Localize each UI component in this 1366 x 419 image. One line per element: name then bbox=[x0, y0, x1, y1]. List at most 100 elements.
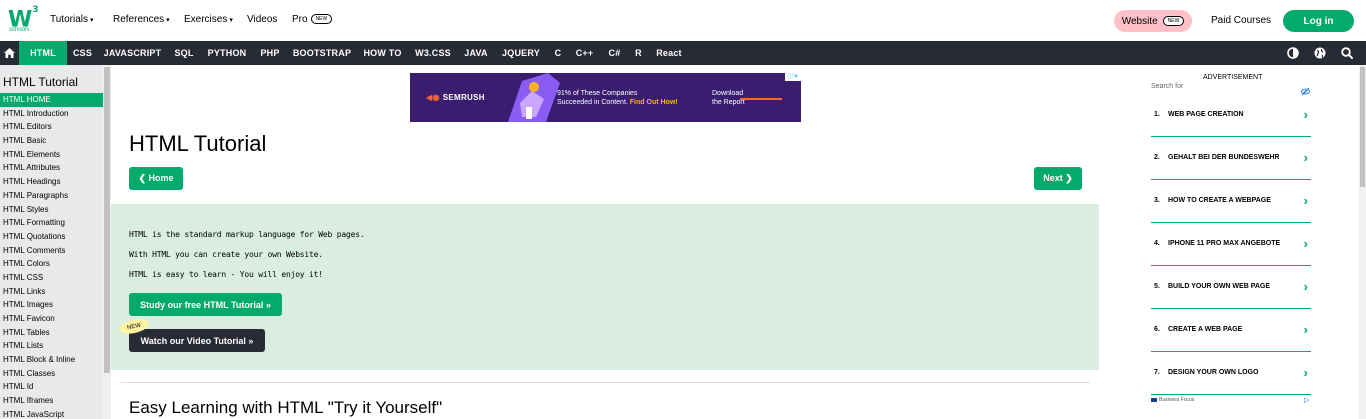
ad-search-item[interactable]: 4. IPHONE 11 PRO MAX ANGEBOTE › bbox=[1151, 223, 1311, 266]
top-ad-banner[interactable]: ◀◉ SEMRUSH 91% of These Companies Succeed… bbox=[410, 73, 801, 122]
business-focus-label: Business Focus bbox=[1159, 397, 1195, 403]
nav-pro[interactable]: Pro NEW bbox=[292, 14, 333, 25]
tab-react[interactable]: React bbox=[649, 41, 689, 65]
chevron-right-icon: › bbox=[1303, 365, 1308, 380]
sidebar-link[interactable]: HTML Comments bbox=[0, 244, 103, 258]
caret-down-icon: ▾ bbox=[89, 17, 94, 24]
chevron-right-icon: › bbox=[1303, 279, 1308, 294]
play-icon[interactable]: ▷ bbox=[1304, 396, 1309, 404]
ad-item-number: 3. bbox=[1154, 197, 1160, 204]
tab-c#[interactable]: C# bbox=[601, 41, 628, 65]
tab-r[interactable]: R bbox=[628, 41, 649, 65]
sidebar-link[interactable]: HTML Iframes bbox=[0, 394, 103, 408]
ad-item-label: WEB PAGE CREATION bbox=[1168, 111, 1244, 118]
sidebar-scrollbar[interactable] bbox=[103, 65, 111, 419]
nav-exercises[interactable]: Exercises ▾ bbox=[184, 14, 233, 25]
new-badge: NEW bbox=[1162, 16, 1185, 26]
nav-tutorials[interactable]: Tutorials ▾ bbox=[50, 14, 94, 25]
ad-item-label: GEHALT BEI DER BUNDESWEHR bbox=[1168, 154, 1280, 161]
arrow-icon bbox=[740, 98, 782, 100]
contrast-icon[interactable] bbox=[1286, 46, 1300, 60]
video-tutorial-button[interactable]: Watch our Video Tutorial » bbox=[129, 329, 265, 352]
ad-item-number: 2. bbox=[1154, 154, 1160, 161]
sidebar-link[interactable]: HTML Images bbox=[0, 298, 103, 312]
sidebar-link[interactable]: HTML Attributes bbox=[0, 161, 103, 175]
sidebar-link[interactable]: HTML Introduction bbox=[0, 107, 103, 121]
sidebar-link[interactable]: HTML Formatting bbox=[0, 216, 103, 230]
section-divider bbox=[121, 382, 1090, 383]
adchoices-icon[interactable]: ⓘ✕ bbox=[785, 73, 801, 81]
sidebar-link[interactable]: HTML Colors bbox=[0, 257, 103, 271]
next-button[interactable]: Next ❯ bbox=[1034, 167, 1082, 190]
study-tutorial-button[interactable]: Study our free HTML Tutorial » bbox=[129, 293, 282, 316]
advertisement-label: ADVERTISEMENT bbox=[1203, 74, 1263, 81]
nav-videos[interactable]: Videos bbox=[247, 14, 277, 25]
sidebar-link[interactable]: HTML Quotations bbox=[0, 230, 103, 244]
tab-bootstrap[interactable]: BOOTSTRAP bbox=[287, 41, 357, 65]
sidebar-link[interactable]: HTML Links bbox=[0, 285, 103, 299]
tab-php[interactable]: PHP bbox=[253, 41, 287, 65]
sidebar-link[interactable]: HTML Lists bbox=[0, 339, 103, 353]
sidebar-link[interactable]: HTML JavaScript bbox=[0, 408, 103, 419]
tab-c++[interactable]: C++ bbox=[568, 41, 601, 65]
tab-html[interactable]: HTML bbox=[19, 41, 67, 65]
search-for-label: Search for bbox=[1151, 83, 1184, 90]
paid-courses-link[interactable]: Paid Courses bbox=[1211, 15, 1271, 26]
eye-slash-icon[interactable] bbox=[1301, 83, 1310, 96]
page-title: HTML Tutorial bbox=[129, 131, 267, 156]
ad-search-item[interactable]: 2. GEHALT BEI DER BUNDESWEHR › bbox=[1151, 137, 1311, 180]
ad-search-item[interactable]: 3. HOW TO CREATE A WEBPAGE › bbox=[1151, 180, 1311, 223]
home-icon[interactable] bbox=[0, 41, 19, 65]
login-button[interactable]: Log in bbox=[1283, 10, 1354, 32]
sidebar-link[interactable]: HTML Id bbox=[0, 380, 103, 394]
ad-headline-highlight: Find Out How! bbox=[629, 99, 678, 106]
ad-item-label: IPHONE 11 PRO MAX ANGEBOTE bbox=[1168, 240, 1281, 247]
ad-search-item[interactable]: 7. DESIGN YOUR OWN LOGO › bbox=[1151, 352, 1311, 395]
sidebar-link[interactable]: HTML Headings bbox=[0, 175, 103, 189]
ad-item-number: 4. bbox=[1154, 240, 1160, 247]
ad-item-label: BUILD YOUR OWN WEB PAGE bbox=[1168, 283, 1271, 290]
tab-css[interactable]: CSS bbox=[67, 41, 98, 65]
sidebar-link[interactable]: HTML Classes bbox=[0, 367, 103, 381]
chevron-right-icon: › bbox=[1303, 322, 1308, 337]
sidebar-link[interactable]: HTML Elements bbox=[0, 148, 103, 162]
tab-how-to[interactable]: HOW TO bbox=[357, 41, 408, 65]
sidebar-link[interactable]: HTML Tables bbox=[0, 326, 103, 340]
tab-javascript[interactable]: JAVASCRIPT bbox=[98, 41, 167, 65]
tab-python[interactable]: PYTHON bbox=[201, 41, 253, 65]
top-header: W3 schools Tutorials ▾ References ▾ Exerci… bbox=[0, 0, 1366, 41]
ad-search-item[interactable]: 6. CREATE A WEB PAGE › bbox=[1151, 309, 1311, 352]
tab-w3-css[interactable]: W3.CSS bbox=[408, 41, 458, 65]
sidebar-scrollbar-thumb[interactable] bbox=[104, 67, 110, 373]
search-icon[interactable] bbox=[1340, 46, 1354, 60]
sidebar-link[interactable]: HTML Styles bbox=[0, 203, 103, 217]
ad-item-label: DESIGN YOUR OWN LOGO bbox=[1168, 369, 1259, 376]
chevron-right-icon: › bbox=[1303, 107, 1308, 122]
business-focus-footer[interactable]: Business Focus bbox=[1151, 397, 1194, 403]
sidebar-link[interactable]: HTML Favicon bbox=[0, 312, 103, 326]
sidebar-link[interactable]: HTML HOME bbox=[0, 93, 103, 107]
ad-search-item[interactable]: 1. WEB PAGE CREATION › bbox=[1151, 94, 1311, 137]
w3schools-logo[interactable]: W3 schools bbox=[8, 5, 39, 34]
ad-search-item[interactable]: 5. BUILD YOUR OWN WEB PAGE › bbox=[1151, 266, 1311, 309]
tab-java[interactable]: JAVA bbox=[458, 41, 494, 65]
globe-icon[interactable] bbox=[1313, 46, 1327, 60]
page-scrollbar[interactable] bbox=[1359, 65, 1366, 419]
tab-sql[interactable]: SQL bbox=[167, 41, 201, 65]
sidebar-link[interactable]: HTML Basic bbox=[0, 134, 103, 148]
sidebar-link[interactable]: HTML CSS bbox=[0, 271, 103, 285]
sidebar-link[interactable]: HTML Editors bbox=[0, 120, 103, 134]
tab-jquery[interactable]: JQUERY bbox=[494, 41, 548, 65]
sidebar-link[interactable]: HTML Block & Inline bbox=[0, 353, 103, 367]
nav-references-label: References bbox=[113, 14, 165, 25]
ad-headline-prefix: Succeeded in Content. bbox=[557, 99, 628, 106]
sidebar-link[interactable]: HTML Paragraphs bbox=[0, 189, 103, 203]
tab-c[interactable]: C bbox=[548, 41, 568, 65]
home-button[interactable]: ❮ Home bbox=[129, 167, 183, 190]
nav-references[interactable]: References ▾ bbox=[113, 14, 170, 25]
website-button[interactable]: Website NEW bbox=[1114, 10, 1192, 32]
ad-headline-line1: 91% of These Companies bbox=[557, 90, 638, 97]
ad-brand-label: SEMRUSH bbox=[442, 93, 485, 102]
nav-tutorials-label: Tutorials bbox=[50, 14, 88, 25]
page-scrollbar-thumb[interactable] bbox=[1360, 67, 1365, 187]
